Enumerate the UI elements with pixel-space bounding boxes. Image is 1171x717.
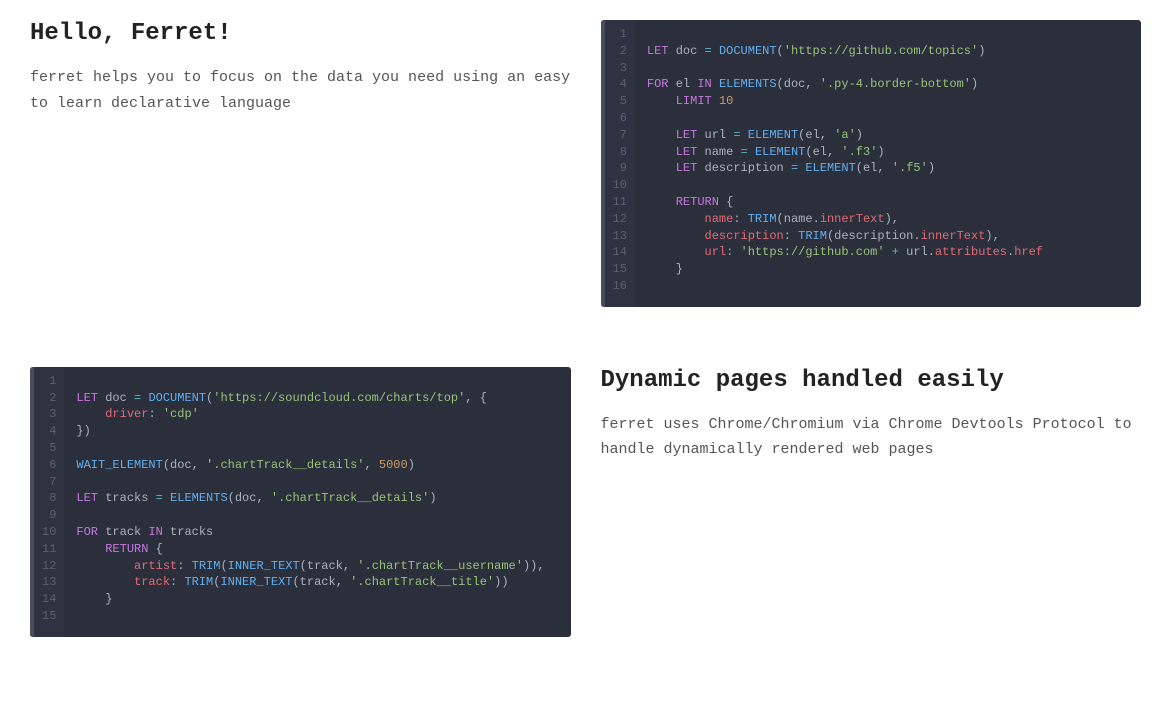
code-lines: LET doc = DOCUMENT('https://github.com/t…: [635, 20, 1055, 307]
dynamic-code: 123456789101112131415 LET doc = DOCUMENT…: [30, 367, 571, 637]
hello-text: Hello, Ferret! ferret helps you to focus…: [30, 20, 571, 116]
hello-ferret-section: Hello, Ferret! ferret helps you to focus…: [30, 20, 1141, 307]
dynamic-title: Dynamic pages handled easily: [601, 367, 1142, 394]
line-gutter: 123456789101112131415: [30, 367, 64, 637]
hello-title: Hello, Ferret!: [30, 20, 571, 47]
code-lines: LET doc = DOCUMENT('https://soundcloud.c…: [64, 367, 556, 637]
hello-code: 12345678910111213141516 LET doc = DOCUME…: [601, 20, 1142, 307]
line-gutter: 12345678910111213141516: [601, 20, 635, 307]
dynamic-desc: ferret uses Chrome/Chromium via Chrome D…: [601, 412, 1142, 463]
dynamic-pages-section: 123456789101112131415 LET doc = DOCUMENT…: [30, 367, 1141, 637]
code-block-2: 123456789101112131415 LET doc = DOCUMENT…: [30, 367, 571, 637]
code-block-1: 12345678910111213141516 LET doc = DOCUME…: [601, 20, 1142, 307]
hello-desc: ferret helps you to focus on the data yo…: [30, 65, 571, 116]
dynamic-text: Dynamic pages handled easily ferret uses…: [601, 367, 1142, 463]
